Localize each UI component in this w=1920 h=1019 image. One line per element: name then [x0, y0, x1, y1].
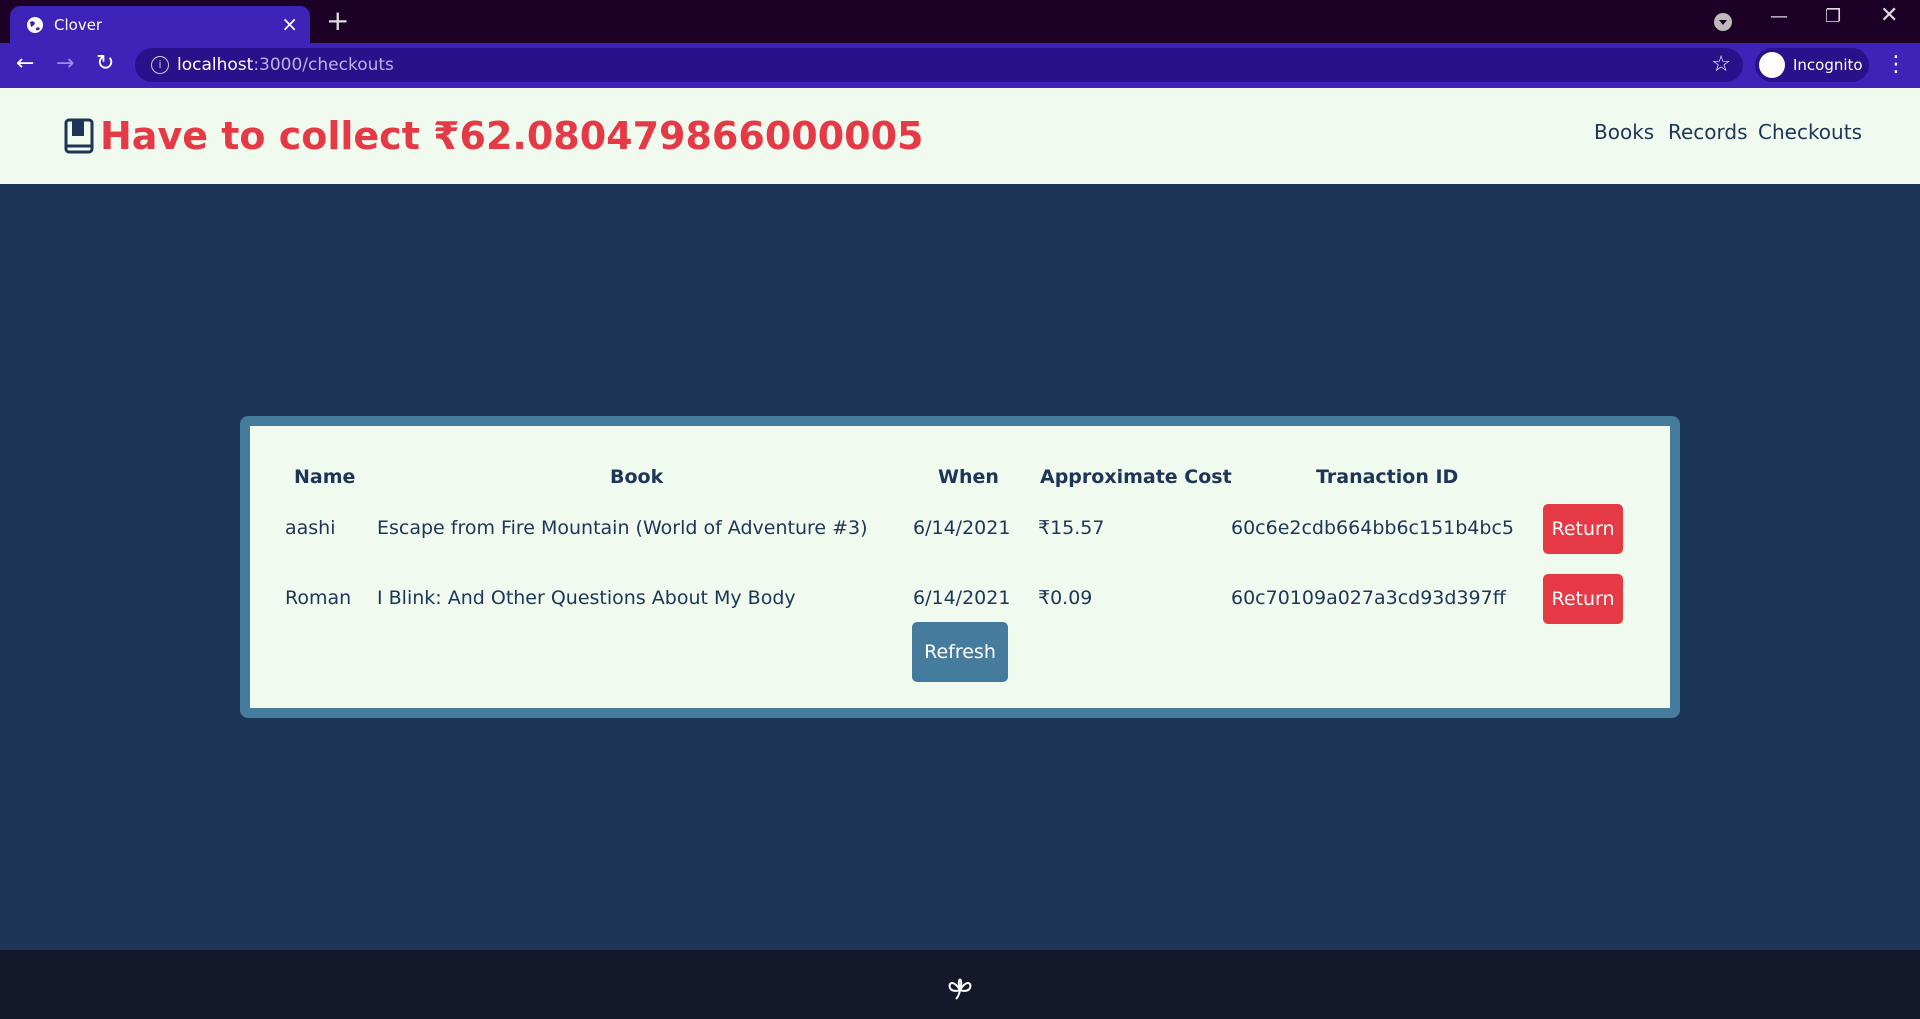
- close-tab-icon[interactable]: ×: [281, 12, 298, 36]
- window-close-icon[interactable]: ✕: [1880, 3, 1898, 28]
- cell-book: I Blink: And Other Questions About My Bo…: [377, 587, 796, 609]
- nav-records[interactable]: Records: [1668, 120, 1748, 144]
- tab-title: Clover: [54, 16, 103, 34]
- browser-menu-icon[interactable]: ⋮: [1885, 52, 1907, 77]
- forward-icon[interactable]: →: [56, 51, 74, 76]
- page-title: Have to collect ₹62.080479866000005: [100, 114, 924, 158]
- minimize-icon[interactable]: —: [1770, 6, 1788, 27]
- browser-tabstrip: Clover × + — ❐ ✕: [0, 0, 1920, 43]
- cell-book: Escape from Fire Mountain (World of Adve…: [377, 517, 868, 539]
- cell-cost: ₹0.09: [1038, 587, 1093, 609]
- new-tab-icon[interactable]: +: [326, 4, 349, 37]
- checkouts-table: Name Book When Approximate Cost Tranacti…: [250, 426, 1670, 708]
- reload-icon[interactable]: ↻: [96, 51, 114, 76]
- column-header-when: When: [938, 466, 999, 488]
- book-icon: [64, 118, 94, 154]
- nav-checkouts[interactable]: Checkouts: [1758, 120, 1862, 144]
- cell-cost: ₹15.57: [1038, 517, 1105, 539]
- refresh-button[interactable]: Refresh: [912, 622, 1008, 682]
- cell-txid: 60c70109a027a3cd93d397ff: [1231, 587, 1506, 609]
- address-bar[interactable]: i localhost:3000/checkouts ☆: [135, 48, 1743, 82]
- column-header-name: Name: [294, 466, 356, 488]
- info-icon[interactable]: i: [151, 56, 169, 74]
- app-header: Have to collect ₹62.080479866000005 Book…: [0, 88, 1920, 184]
- incognito-badge[interactable]: Incognito: [1755, 48, 1869, 82]
- cell-when: 6/14/2021: [913, 587, 1011, 609]
- incognito-icon: [1759, 52, 1785, 78]
- browser-toolbar: ← → ↻ i localhost:3000/checkouts ☆ Incog…: [0, 43, 1920, 88]
- return-button[interactable]: Return: [1543, 574, 1623, 624]
- globe-icon: [27, 17, 43, 33]
- url-text: localhost:3000/checkouts: [177, 55, 394, 75]
- cell-when: 6/14/2021: [913, 517, 1011, 539]
- clover-logo-icon: [948, 978, 972, 1000]
- tab-search-icon[interactable]: [1713, 12, 1733, 32]
- cell-name: Roman: [285, 587, 352, 609]
- nav-books[interactable]: Books: [1594, 120, 1654, 144]
- column-header-cost: Approximate Cost: [1040, 466, 1232, 488]
- bookmark-star-icon[interactable]: ☆: [1711, 52, 1731, 77]
- footer: [0, 950, 1920, 1019]
- incognito-label: Incognito: [1793, 56, 1863, 74]
- browser-tab[interactable]: Clover ×: [10, 6, 310, 43]
- column-header-txid: Tranaction ID: [1316, 466, 1459, 488]
- cell-txid: 60c6e2cdb664bb6c151b4bc5: [1231, 517, 1514, 539]
- restore-icon[interactable]: ❐: [1825, 6, 1841, 27]
- checkouts-card: Name Book When Approximate Cost Tranacti…: [240, 416, 1680, 718]
- back-icon[interactable]: ←: [16, 51, 34, 76]
- column-header-book: Book: [610, 466, 664, 488]
- return-button[interactable]: Return: [1543, 504, 1623, 554]
- cell-name: aashi: [285, 517, 336, 539]
